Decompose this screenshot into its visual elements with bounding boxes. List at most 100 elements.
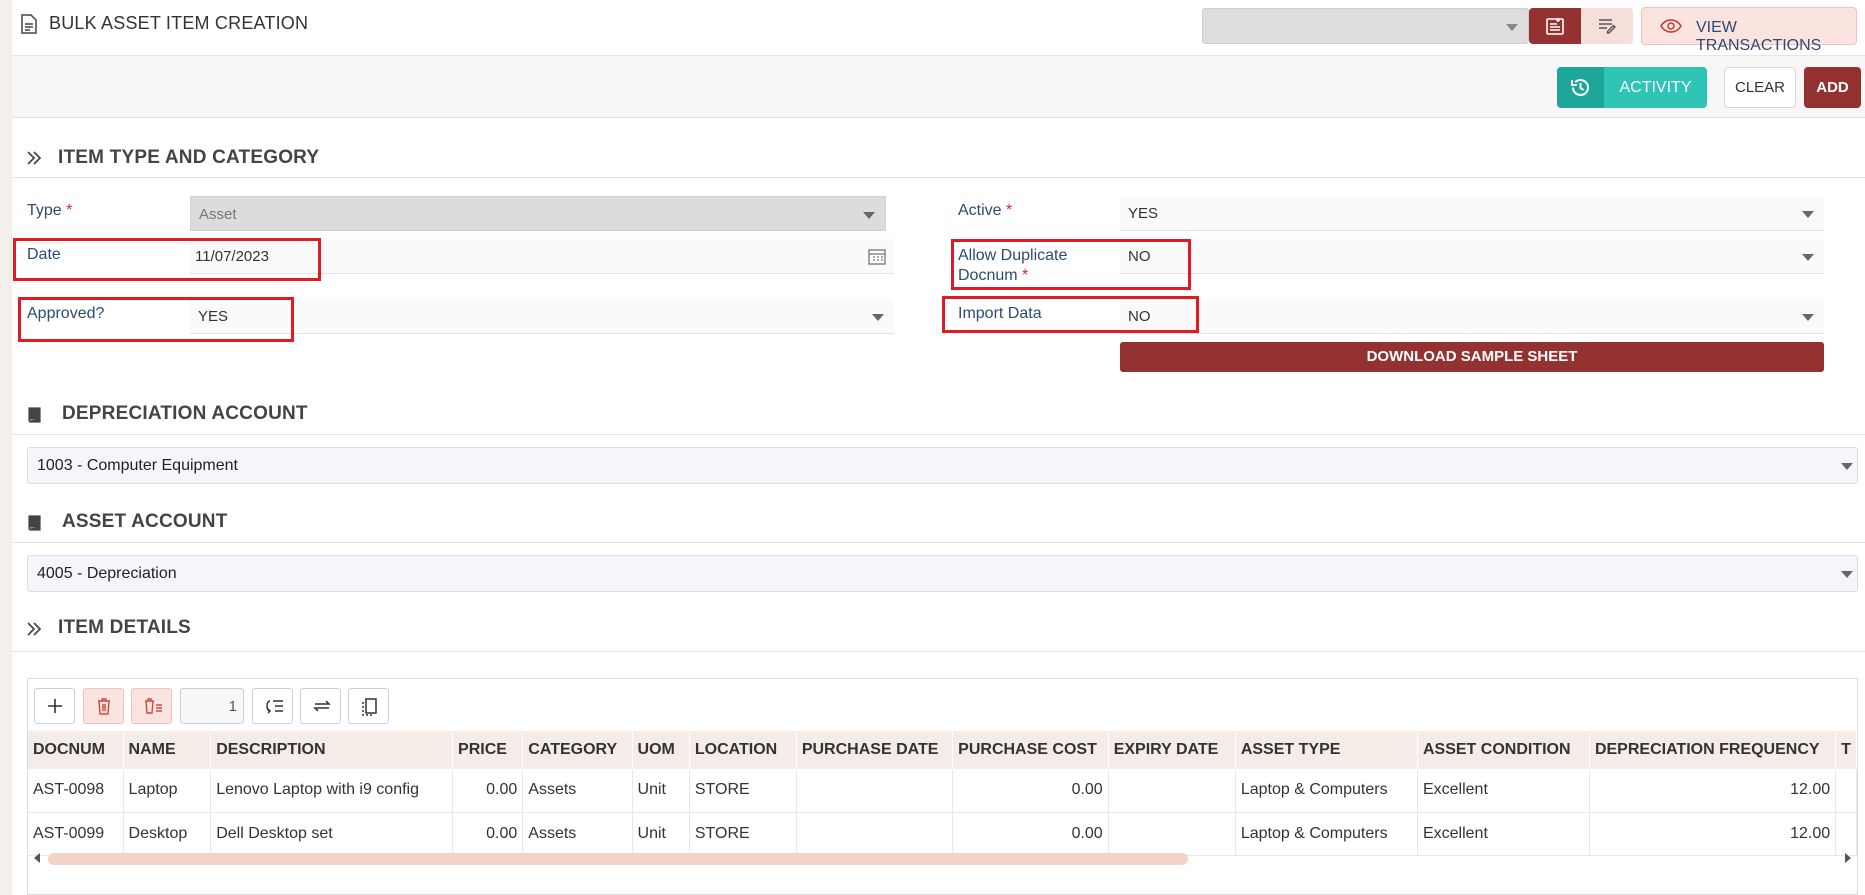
column-header[interactable]: LOCATION (689, 731, 797, 769)
table-cell[interactable]: 0.00 (452, 769, 524, 813)
double-chevron-right-icon (27, 151, 42, 165)
clear-button[interactable]: CLEAR (1724, 67, 1796, 108)
activity-button[interactable]: ACTIVITY (1557, 67, 1707, 108)
activity-label: ACTIVITY (1604, 67, 1707, 108)
item-details-table: DOCNUM NAME DESCRIPTION PRICE CATEGORY U… (28, 731, 1857, 856)
type-label: Type * (27, 202, 73, 219)
copy-icon (362, 698, 377, 716)
highlight-box (13, 238, 321, 281)
asset-account-select[interactable]: 4005 - Depreciation (27, 555, 1858, 592)
column-header[interactable]: DOCNUM (28, 731, 124, 769)
section-title: ITEM DETAILS (58, 617, 191, 638)
form-view-button[interactable] (1529, 8, 1581, 44)
table-cell[interactable]: 12.00 (1589, 769, 1837, 813)
horizontal-scrollbar[interactable] (28, 849, 1857, 867)
swap-arrows-icon (313, 700, 331, 712)
column-header[interactable]: NAME (123, 731, 212, 769)
section-item-details: ITEM DETAILS (12, 607, 1865, 652)
scroll-track[interactable] (48, 853, 1818, 865)
table-cell[interactable] (1108, 769, 1236, 813)
section-title: ITEM TYPE AND CATEGORY (58, 147, 320, 168)
delete-all-button[interactable] (131, 688, 172, 724)
top-bar: BULK ASSET ITEM CREATION VIEW TRANSACTIO… (12, 0, 1865, 56)
add-row-button[interactable] (34, 688, 75, 724)
history-icon (1571, 79, 1589, 96)
delete-list-icon (145, 698, 162, 714)
eye-icon (1660, 19, 1682, 33)
grid-toolbar: 1 (28, 679, 1857, 729)
book-icon (28, 407, 41, 423)
table-cell[interactable] (1835, 769, 1857, 813)
top-select[interactable] (1202, 8, 1529, 44)
table-cell[interactable]: Laptop (123, 769, 212, 813)
type-select: Asset (190, 196, 886, 231)
scroll-left-icon[interactable] (34, 853, 40, 863)
table-cell[interactable]: Lenovo Laptop with i9 config (210, 769, 454, 813)
table-cell[interactable]: Excellent (1417, 769, 1590, 813)
chevron-down-icon (1802, 314, 1814, 321)
column-header[interactable]: UOM (632, 731, 690, 769)
column-header[interactable]: PURCHASE DATE (796, 731, 954, 769)
sort-list-icon (266, 700, 283, 714)
active-select[interactable]: YES (1120, 196, 1824, 231)
page-title: BULK ASSET ITEM CREATION (49, 13, 309, 33)
scroll-thumb[interactable] (48, 853, 1188, 865)
depreciation-account-select[interactable]: 1003 - Computer Equipment (27, 447, 1858, 484)
swap-button[interactable] (300, 688, 341, 724)
form-icon (1546, 18, 1564, 35)
delete-row-button[interactable] (83, 688, 124, 724)
table-cell[interactable]: 0.00 (952, 769, 1109, 813)
table-cell[interactable]: Laptop & Computers (1235, 769, 1418, 813)
table-cell[interactable]: AST-0098 (28, 769, 124, 813)
section-depreciation-account: DEPRECIATION ACCOUNT (12, 394, 1865, 435)
column-header[interactable]: DEPRECIATION FREQUENCY (1589, 731, 1837, 769)
import-data-select[interactable]: NO (1120, 299, 1824, 334)
chevron-down-icon (1841, 463, 1853, 470)
chevron-down-icon (1506, 24, 1518, 31)
list-view-button[interactable] (1581, 8, 1633, 44)
table-cell[interactable]: STORE (689, 769, 797, 813)
action-bar: ACTIVITY CLEAR ADD (12, 56, 1865, 118)
sort-button[interactable] (252, 688, 293, 724)
highlight-box (18, 297, 294, 342)
column-header[interactable]: DESCRIPTION (210, 731, 454, 769)
allow-duplicate-select[interactable]: NO (1120, 239, 1824, 274)
column-header[interactable]: PRICE (452, 731, 524, 769)
section-item-type: ITEM TYPE AND CATEGORY (12, 138, 1865, 178)
double-chevron-right-icon (27, 622, 42, 636)
view-transactions-label: VIEW TRANSACTIONS (1696, 19, 1822, 54)
table-cell[interactable]: Assets (522, 769, 633, 813)
document-icon (21, 14, 37, 34)
section-asset-account: ASSET ACCOUNT (12, 502, 1865, 543)
active-label: Active * (958, 202, 1013, 219)
row-count-input[interactable]: 1 (180, 688, 244, 724)
highlight-box (942, 296, 1199, 333)
view-transactions-button[interactable]: VIEW TRANSACTIONS (1641, 7, 1857, 54)
calendar-icon[interactable] (868, 248, 886, 265)
add-button[interactable]: ADD (1804, 67, 1861, 108)
list-edit-icon (1599, 19, 1616, 34)
approved-select[interactable]: YES (190, 299, 894, 334)
column-header[interactable]: ASSET TYPE (1235, 731, 1418, 769)
copy-button[interactable] (348, 688, 389, 724)
scroll-right-icon[interactable] (1845, 853, 1851, 863)
table-header-row: DOCNUM NAME DESCRIPTION PRICE CATEGORY U… (28, 731, 1857, 769)
trash-icon (98, 698, 110, 715)
column-header[interactable]: ASSET CONDITION (1417, 731, 1590, 769)
item-details-grid: 1 DOCNUM NAME DESCRIPTION PRICE CATEGORY… (27, 678, 1858, 895)
column-header[interactable]: T (1835, 731, 1857, 769)
table-cell[interactable] (796, 769, 954, 813)
column-header[interactable]: PURCHASE COST (952, 731, 1109, 769)
book-icon (28, 515, 41, 531)
chevron-down-icon (872, 314, 884, 321)
page: BULK ASSET ITEM CREATION VIEW TRANSACTIO… (12, 0, 1865, 895)
download-sample-sheet-button[interactable]: DOWNLOAD SAMPLE SHEET (1120, 342, 1824, 372)
table-row[interactable]: AST-0098 Laptop Lenovo Laptop with i9 co… (28, 769, 1857, 813)
chevron-down-icon (863, 212, 875, 219)
plus-icon (48, 699, 62, 713)
chevron-down-icon (1802, 254, 1814, 261)
section-title: DEPRECIATION ACCOUNT (62, 403, 308, 424)
column-header[interactable]: EXPIRY DATE (1108, 731, 1236, 769)
column-header[interactable]: CATEGORY (522, 731, 633, 769)
table-cell[interactable]: Unit (632, 769, 690, 813)
